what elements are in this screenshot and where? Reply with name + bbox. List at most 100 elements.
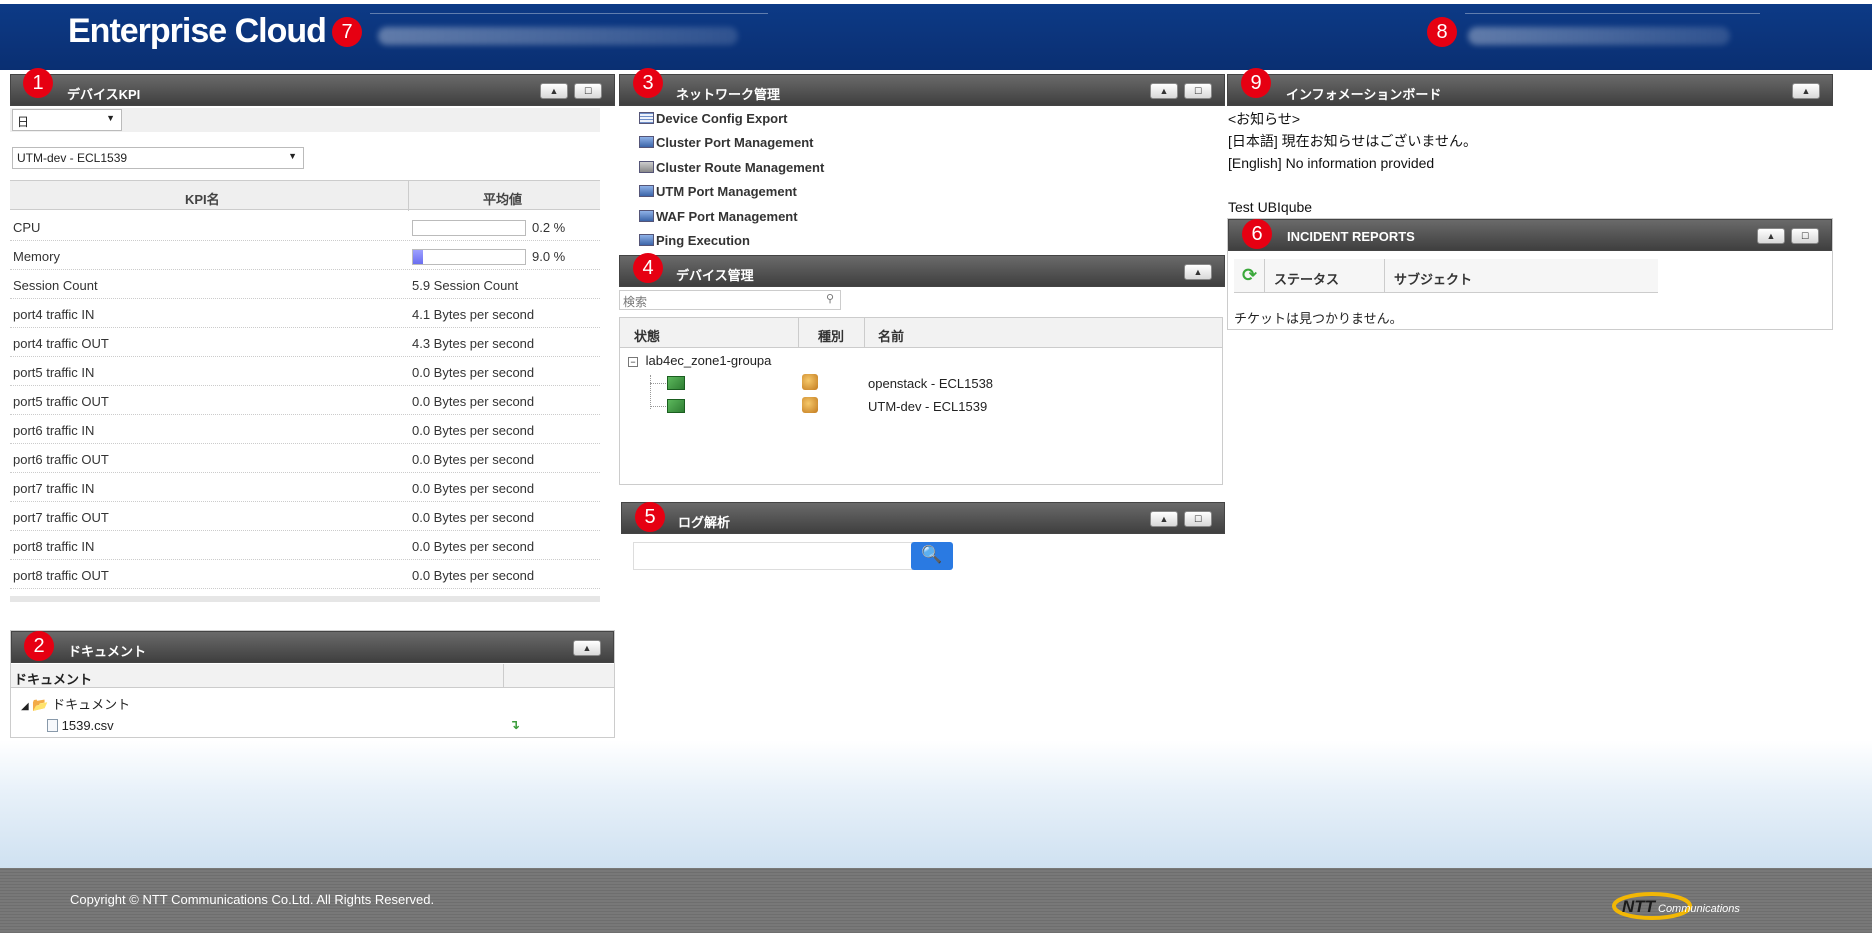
collapse-button[interactable]: ▲	[1184, 264, 1212, 280]
kpi-value: 0.0 Bytes per second	[412, 394, 535, 409]
kpi-value: 9.0 %	[532, 249, 566, 264]
kpi-progress-bar	[412, 220, 526, 236]
chevron-down-icon: ▼	[106, 113, 115, 123]
svg-text:Communications: Communications	[1658, 903, 1740, 915]
collapse-tree-icon[interactable]: −	[628, 357, 638, 367]
info-line: Test UBIqube	[1228, 199, 1313, 215]
panel-title: ログ解析	[678, 515, 731, 530]
collapse-button[interactable]: ▲	[1150, 83, 1178, 99]
svg-text:NTT: NTT	[1622, 897, 1657, 916]
information-board-panel: インフォメーションボード ▲ 9 <お知らせ> [日本語] 現在お知らせはございま…	[1227, 68, 1833, 215]
server-icon	[639, 234, 654, 246]
panel-title: INCIDENT REPORTS	[1287, 229, 1415, 244]
kpi-value: 0.0 Bytes per second	[412, 481, 535, 496]
group-node[interactable]: − lab4ec_zone1-groupa	[628, 353, 771, 368]
device-type-icon	[802, 397, 818, 413]
maximize-button[interactable]: ☐	[1184, 511, 1212, 527]
badge-4: 4	[633, 253, 663, 283]
kpi-value: 0.0 Bytes per second	[412, 568, 535, 583]
panel-title: ドキュメント	[68, 644, 147, 659]
search-icon: ⚲	[825, 293, 834, 305]
redacted-account-info	[378, 27, 738, 45]
collapse-button[interactable]: ▲	[540, 83, 568, 99]
collapse-button[interactable]: ▲	[573, 640, 601, 656]
document-panel: ドキュメント ▲ 2 ドキュメント ◢ 📂 ドキュメント 1539.csv ↴	[10, 630, 615, 738]
kpi-value: 4.1 Bytes per second	[412, 307, 535, 322]
expand-triangle-icon[interactable]: ◢	[21, 701, 29, 712]
device-management-panel: デバイス管理 ▲ 4 検索 ⚲ 状態 種別 名前 − lab4ec_zone1-…	[619, 253, 1225, 487]
network-menu-item[interactable]: UTM Port Management	[639, 184, 797, 199]
device-name-link[interactable]: UTM-dev - ECL1539	[868, 399, 987, 414]
network-menu-item[interactable]: Cluster Route Management	[639, 160, 824, 175]
badge-6: 6	[1242, 219, 1272, 249]
kpi-table-header: KPI名 平均値	[10, 180, 600, 211]
folder-node[interactable]: ◢ 📂 ドキュメント	[21, 694, 130, 713]
kpi-progress-bar	[412, 249, 526, 265]
kpi-value: 4.3 Bytes per second	[412, 336, 535, 351]
folder-icon: 📂	[32, 697, 49, 712]
col-average: 平均値	[483, 192, 523, 207]
scroll-strip[interactable]	[10, 596, 600, 602]
device-name-link[interactable]: openstack - ECL1538	[868, 376, 993, 391]
badge-3: 3	[633, 68, 663, 98]
collapse-button[interactable]: ▲	[1792, 83, 1820, 99]
ntt-logo[interactable]: NTT Communications	[1612, 888, 1762, 920]
kpi-panel-header: デバイスKPI ▲ ☐	[10, 74, 615, 106]
kpi-name: CPU	[13, 220, 41, 235]
server-icon	[639, 136, 654, 149]
refresh-icon[interactable]: ⟳	[1242, 265, 1257, 286]
log-search-input[interactable]	[633, 542, 913, 570]
device-panel-header: デバイス管理 ▲	[619, 255, 1225, 287]
brand-logo[interactable]: Enterprise Cloud	[68, 12, 327, 51]
network-panel: ネットワーク管理 ▲ ☐ 3 Device Config Export Clust…	[619, 68, 1225, 252]
kpi-row: port7 traffic IN 0.0 Bytes per second	[10, 473, 600, 502]
log-search-button[interactable]: 🔍	[911, 542, 953, 570]
panel-title: インフォメーションボード	[1286, 87, 1442, 102]
info-content: <お知らせ> [日本語] 現在お知らせはございません。 [English] No i…	[1228, 108, 1477, 218]
kpi-value: 0.0 Bytes per second	[412, 510, 535, 525]
incident-reports-panel: INCIDENT REPORTS ▲ ☐ 6 ⟳ ステータス サブジェクト チケ…	[1227, 218, 1833, 330]
kpi-row: port4 traffic OUT 4.3 Bytes per second	[10, 328, 600, 357]
badge-1: 1	[23, 68, 53, 98]
network-menu-item[interactable]: Ping Execution	[639, 233, 750, 248]
maximize-button[interactable]: ☐	[574, 83, 602, 99]
device-tree-table: 状態 種別 名前 − lab4ec_zone1-groupa openstack…	[619, 317, 1223, 485]
kpi-value: 0.0 Bytes per second	[412, 365, 535, 380]
doc-panel-header: ドキュメント ▲	[11, 631, 614, 663]
empty-message: チケットは見つかりません。	[1234, 311, 1403, 326]
maximize-button[interactable]: ☐	[1184, 83, 1212, 99]
kpi-row: port5 traffic OUT 0.0 Bytes per second	[10, 386, 600, 415]
kpi-progress-fill	[413, 250, 424, 264]
file-icon	[47, 719, 58, 732]
info-panel-header: インフォメーションボード ▲	[1227, 74, 1833, 106]
footer: Copyright © NTT Communications Co.Ltd. A…	[0, 868, 1872, 933]
kpi-name: port8 traffic OUT	[13, 568, 109, 583]
log-panel-header: ログ解析 ▲ ☐	[621, 502, 1225, 534]
collapse-button[interactable]: ▲	[1150, 511, 1178, 527]
kpi-name: port5 traffic OUT	[13, 394, 109, 409]
kpi-row: port6 traffic OUT 0.0 Bytes per second	[10, 444, 600, 473]
kpi-row: port8 traffic OUT 0.0 Bytes per second	[10, 560, 600, 589]
kpi-row: Session Count 5.9 Session Count	[10, 270, 600, 299]
kpi-name: port6 traffic OUT	[13, 452, 109, 467]
kpi-name: port6 traffic IN	[13, 423, 95, 438]
kpi-value: 0.0 Bytes per second	[412, 423, 535, 438]
network-menu-item[interactable]: WAF Port Management	[639, 209, 798, 224]
kpi-value: 0.0 Bytes per second	[412, 452, 535, 467]
device-select[interactable]: UTM-dev - ECL1539 ▼	[12, 147, 304, 169]
device-search-input[interactable]: 検索 ⚲	[619, 290, 841, 310]
kpi-value: 0.0 Bytes per second	[412, 539, 535, 554]
redacted-user-info	[1468, 27, 1730, 45]
network-menu-item[interactable]: Device Config Export	[639, 111, 787, 126]
download-icon[interactable]: ↴	[509, 717, 520, 733]
kpi-row: port4 traffic IN 4.1 Bytes per second	[10, 299, 600, 328]
info-line: <お知らせ>	[1228, 111, 1301, 127]
period-select[interactable]: 日 ▼	[12, 109, 122, 131]
network-menu-item[interactable]: Cluster Port Management	[639, 135, 813, 150]
panel-title: デバイス管理	[676, 268, 754, 283]
collapse-button[interactable]: ▲	[1757, 228, 1785, 244]
kpi-name: port7 traffic IN	[13, 481, 95, 496]
server-icon	[639, 209, 654, 222]
maximize-button[interactable]: ☐	[1791, 228, 1819, 244]
file-node[interactable]: 1539.csv	[47, 718, 114, 733]
